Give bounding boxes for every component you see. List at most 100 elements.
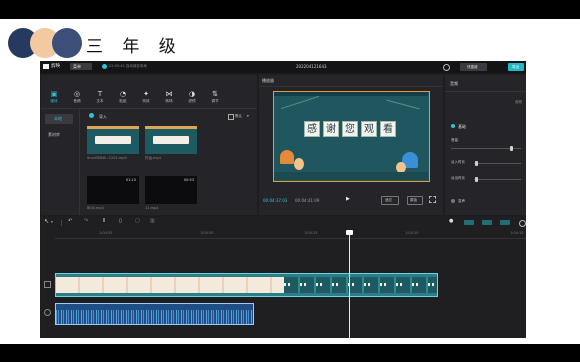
sort-label: 默认 <box>235 114 242 118</box>
tab-adjust[interactable]: ⇅ 调节 <box>206 90 224 106</box>
tab-filter[interactable]: ◑ 滤镜 <box>183 90 201 106</box>
audio-clip[interactable] <box>55 303 254 325</box>
media-item-name: BEJ0.mp4 <box>87 206 104 210</box>
voice-change-toggle-icon[interactable] <box>451 199 455 203</box>
tab-transition[interactable]: ⋈ 转场 <box>160 90 178 106</box>
fullscreen-icon[interactable] <box>429 196 436 203</box>
ruler-tick-label: 1:04:35 <box>99 231 113 235</box>
media-item[interactable] <box>87 126 139 154</box>
media-duration: 00:53 <box>183 178 194 182</box>
zoom-fit-icon[interactable] <box>519 220 526 227</box>
auto-snap-icon[interactable] <box>482 220 492 225</box>
help-icon[interactable] <box>443 64 450 71</box>
shortcut-button[interactable]: 快捷键 <box>460 63 487 71</box>
fade-out-slider-knob[interactable] <box>475 177 479 182</box>
ruler-tick-label: 1:04:20 <box>405 231 419 235</box>
shortcut-button-label: 快捷键 <box>467 65 478 69</box>
export-button[interactable]: 导出 <box>508 63 524 71</box>
delete-icon[interactable]: ▯ <box>119 219 122 224</box>
tab-audio[interactable]: 音频 <box>450 81 458 86</box>
split-icon[interactable]: Ⅱ <box>103 219 105 224</box>
sort-dropdown[interactable]: 默认 ▾ <box>228 113 254 120</box>
media-item-name: 好运.mp4 <box>145 156 161 160</box>
trash-icon[interactable]: ▥ <box>150 219 155 224</box>
microphone-icon[interactable]: ● <box>449 219 453 224</box>
fade-in-slider-knob[interactable] <box>475 161 479 166</box>
menu-button[interactable]: 菜单 <box>70 63 92 70</box>
tab-label: 调节 <box>211 99 219 103</box>
player-panel: 播放器 感谢您观看 00:04:37:03 00:04:41:09 ▶ 适应 原… <box>259 75 443 215</box>
original-label: 原始 <box>410 198 417 202</box>
sidebar-item-label: 本地 <box>54 116 62 121</box>
linkage-icon[interactable] <box>500 220 510 225</box>
tab-label: 贴纸 <box>119 99 127 103</box>
tab-label: 媒体 <box>50 99 58 103</box>
ratio-button[interactable]: 适应 <box>381 196 399 205</box>
video-clip-frames-light <box>56 277 284 293</box>
freeze-icon[interactable]: ▢ <box>135 219 140 224</box>
chevron-down-icon: ▾ <box>247 114 249 118</box>
original-button[interactable]: 原始 <box>407 196 423 205</box>
volume-slider-knob[interactable] <box>509 146 513 151</box>
sidebar-divider <box>79 109 80 215</box>
properties-divider <box>445 91 526 92</box>
ruler-tick-label: 1:04:30 <box>200 231 214 235</box>
video-preview[interactable]: 感谢您观看 <box>273 91 430 182</box>
tab-audio[interactable]: ◎ 音频 <box>68 90 86 106</box>
undo-icon[interactable]: ↶ <box>68 219 72 224</box>
playhead-handle[interactable] <box>346 230 353 235</box>
toolbar-divider <box>41 108 257 109</box>
sidebar-item-library[interactable]: 素材库 <box>45 130 73 140</box>
media-item-name: Snvd3E6W...1201.mp4 <box>87 156 127 160</box>
fade-out-label: 淡出时长 <box>451 176 465 180</box>
banner-character: 谢 <box>323 121 339 137</box>
main-track-magnet-icon[interactable] <box>464 220 474 225</box>
filter-icon: ◑ <box>188 90 196 98</box>
decor-circle-blue <box>52 28 82 58</box>
play-icon[interactable]: ▶ <box>346 197 350 202</box>
app-logo-icon <box>43 64 49 69</box>
banner-character: 看 <box>380 121 396 137</box>
media-duration: 01:10 <box>125 178 136 182</box>
preview-top-strip <box>274 92 428 96</box>
player-divider <box>259 86 443 87</box>
tab-label: 滤镜 <box>188 99 196 103</box>
menu-button-label: 菜单 <box>73 64 81 69</box>
tab-sticker[interactable]: ◔ 贴纸 <box>114 90 132 106</box>
autosave-status: 22:05:42 自动保存本地 <box>109 64 147 68</box>
chevron-down-icon[interactable]: ▾ <box>51 220 53 225</box>
select-tool-icon[interactable]: ↖ <box>44 219 49 225</box>
video-track-icon <box>44 281 51 288</box>
media-item-name: 11.mp4 <box>145 206 159 210</box>
app-logo-text: 剪映 <box>51 64 60 69</box>
cartoon-kid-left <box>280 150 294 164</box>
text-icon: T <box>97 90 103 98</box>
video-editor-window: 剪映 菜单 22:05:42 自动保存本地 202204121643 快捷键 导… <box>40 61 526 338</box>
effects-icon: ✦ <box>143 90 149 98</box>
project-name: 202204121643 <box>296 64 327 69</box>
basic-toggle-icon[interactable] <box>451 124 455 128</box>
media-item[interactable]: 00:53 <box>145 176 197 204</box>
thumbnail-banner <box>153 136 189 144</box>
playhead[interactable] <box>349 230 350 338</box>
timeline-ruler: 1:04:35 1:04:30 1:04:25 1:04:20 1:04:15 <box>55 230 526 239</box>
video-clip[interactable] <box>55 273 438 297</box>
current-time: 00:04:37:03 <box>263 198 288 203</box>
media-item[interactable]: 01:10 <box>87 176 139 204</box>
fade-in-slider-track <box>474 163 521 164</box>
preview-decoration <box>280 95 320 110</box>
redo-icon[interactable]: ↷ <box>84 219 88 224</box>
sidebar-item-local[interactable]: 本地 <box>45 114 73 124</box>
timeline-panel: ↖ ▾ ↶ ↷ Ⅱ ▯ ▢ ▥ ● 1:04:35 1:04:30 1:04:25 1… <box>41 217 526 338</box>
tab-media[interactable]: ▣ 媒体 <box>45 90 63 106</box>
tab-label: 转场 <box>165 99 173 103</box>
tab-effects[interactable]: ✦ 特效 <box>137 90 155 106</box>
fade-in-label: 淡入时长 <box>451 160 465 164</box>
audio-waveform <box>56 310 253 324</box>
import-icon <box>89 113 94 118</box>
media-item[interactable] <box>145 126 197 154</box>
video-clip-banner-strip <box>284 283 437 286</box>
slide-title: 三 年 级 <box>86 37 183 57</box>
import-button[interactable]: 导入 <box>85 112 121 120</box>
tab-text[interactable]: T 文本 <box>91 90 109 106</box>
